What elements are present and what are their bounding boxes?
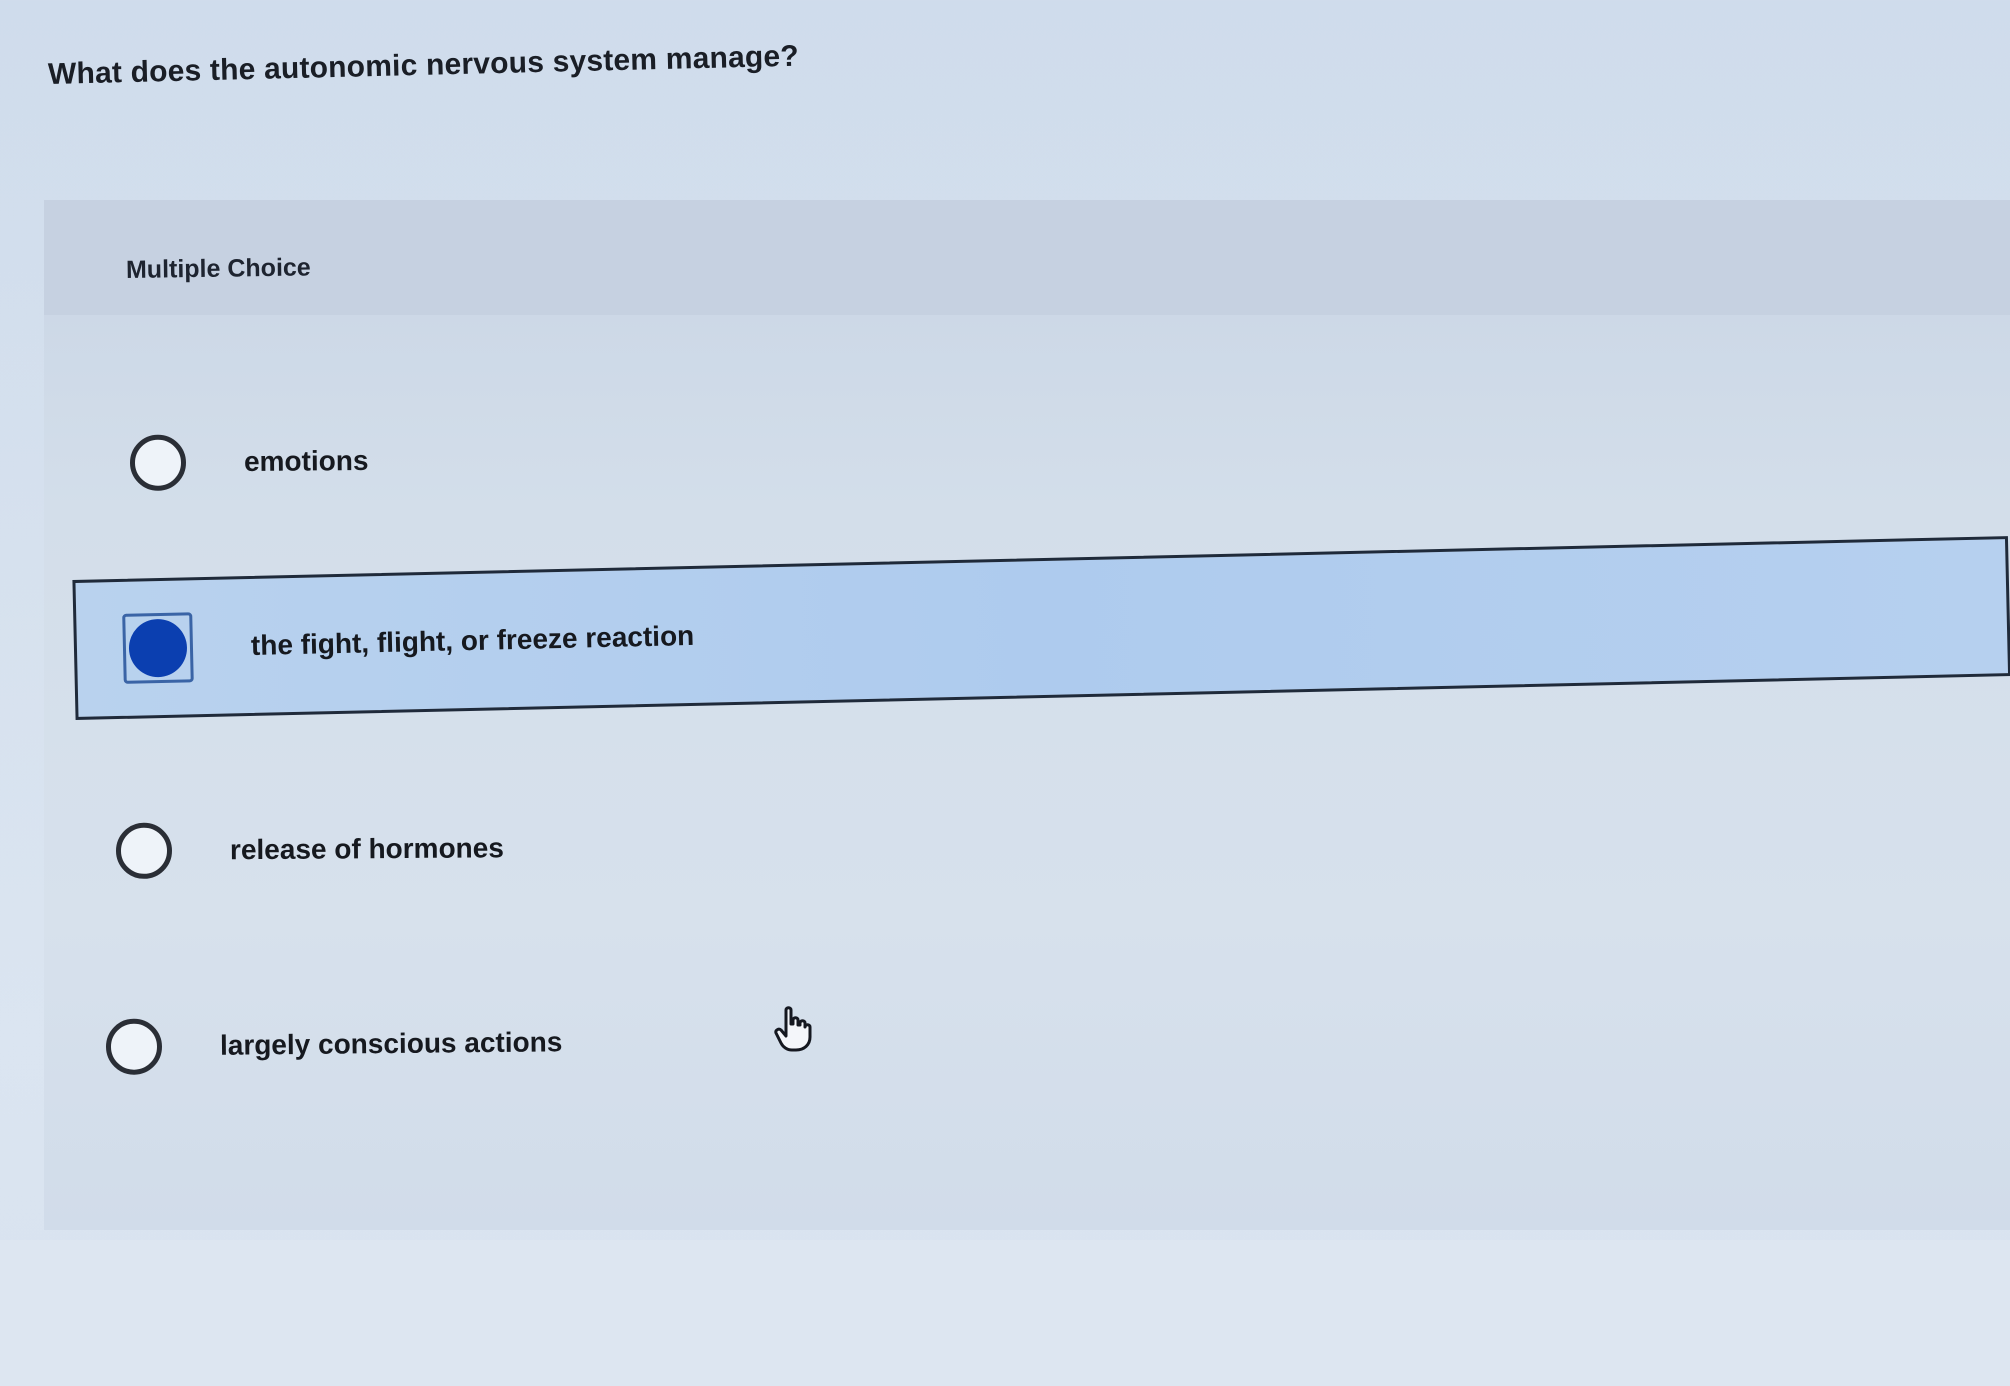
answer-option-emotions[interactable]: emotions bbox=[129, 382, 1990, 528]
radio-button-empty[interactable] bbox=[105, 1018, 163, 1075]
radio-button-selected[interactable] bbox=[122, 612, 194, 684]
answer-option-largely-conscious-actions[interactable]: largely conscious actions bbox=[105, 962, 1996, 1112]
radio-selected-dot-icon bbox=[128, 618, 188, 678]
hand-pointer-icon bbox=[774, 1006, 812, 1052]
answer-choices: emotions the fight, flight, or freeze re… bbox=[0, 0, 2010, 1386]
footer-area bbox=[0, 1240, 2010, 1386]
quiz-screen: What does the autonomic nervous system m… bbox=[0, 0, 2010, 1386]
radio-button-empty[interactable] bbox=[115, 822, 173, 879]
radio-button-empty[interactable] bbox=[129, 434, 187, 491]
answer-option-label: release of hormones bbox=[229, 832, 504, 866]
answer-option-label: largely conscious actions bbox=[219, 1026, 563, 1061]
answer-option-release-of-hormones[interactable]: release of hormones bbox=[115, 773, 1997, 916]
answer-option-label: emotions bbox=[243, 444, 369, 478]
answer-option-label: the fight, flight, or freeze reaction bbox=[250, 619, 695, 661]
answer-option-fight-flight-freeze[interactable]: the fight, flight, or freeze reaction bbox=[72, 536, 2010, 720]
